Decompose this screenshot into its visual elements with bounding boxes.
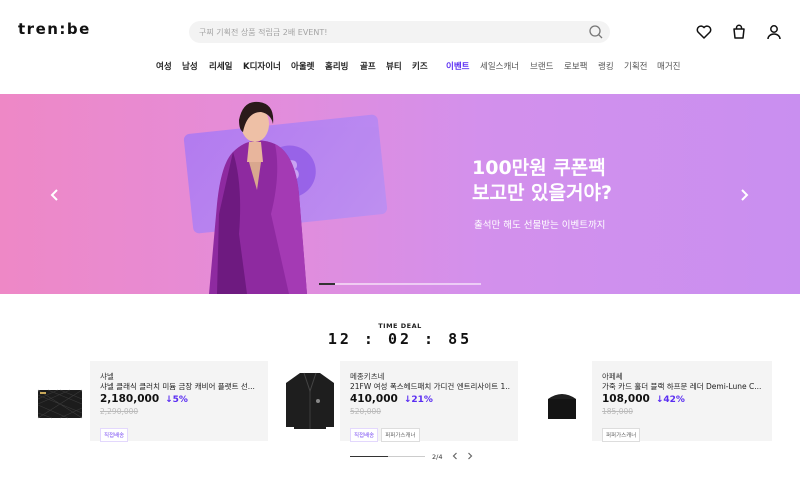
product-image-cardigan <box>286 372 334 429</box>
product-info: 아페쎄 가죽 카드 홀더 블랙 하프문 레더 Demi-Lune C... 10… <box>592 361 772 442</box>
tag-scanner: 퍼퍼가스캐너 <box>381 428 420 442</box>
main-nav: 여성 남성 리세일 K디자이너 아울렛 홈리빙 골프 뷰티 키즈 이벤트 세일스… <box>0 60 800 74</box>
nav-item-resale[interactable]: 리세일 <box>209 60 232 72</box>
model-image <box>209 101 307 294</box>
product-card[interactable]: 메종키츠네 21FW 여성 폭스헤드패치 가디건 엔트리사이트 1... 410… <box>280 361 518 442</box>
banner-next-button[interactable] <box>737 188 751 202</box>
product-tags: 직접배송 <box>100 422 131 442</box>
discount-rate: ↓42% <box>655 395 685 405</box>
hero-banner[interactable]: B 100만원 쿠폰팩 보고만 있을거야? 출석만 해도 선물받는 이벤트까지 <box>0 94 800 294</box>
nav-item-magazine[interactable]: 매거진 <box>657 60 680 72</box>
search-icon[interactable] <box>588 24 604 40</box>
heart-icon[interactable] <box>695 23 713 41</box>
user-icon[interactable] <box>765 23 783 41</box>
nav-item-women[interactable]: 여성 <box>156 60 172 72</box>
chevron-left-icon <box>452 452 457 460</box>
banner-progress-fill <box>319 283 336 285</box>
search-bar[interactable] <box>189 21 610 43</box>
product-image-clutch <box>37 389 83 419</box>
nav-item-sale-scanner[interactable]: 세일스캐너 <box>480 60 519 72</box>
banner-progress-bar <box>319 283 481 285</box>
product-card[interactable]: 아페쎄 가죽 카드 홀더 블랙 하프문 레더 Demi-Lune C... 10… <box>532 361 772 442</box>
nav-item-home-living[interactable]: 홈리빙 <box>325 60 348 72</box>
discount-rate: ↓5% <box>165 395 188 405</box>
tag-scanner: 퍼퍼가스캐너 <box>602 428 641 442</box>
logo[interactable]: tren:be <box>18 20 91 38</box>
nav-item-men[interactable]: 남성 <box>182 60 198 72</box>
deal-prev-button[interactable] <box>450 451 460 461</box>
chevron-left-icon <box>50 189 58 201</box>
nav-item-brand[interactable]: 브랜드 <box>530 60 553 72</box>
discount-rate: ↓21% <box>403 395 433 405</box>
product-info: 샤넬 샤넬 클래식 클러치 미듐 금장 캐비어 플랫트 선... 2,180,0… <box>90 361 268 442</box>
original-price: 2,290,000 <box>100 407 139 416</box>
deal-page-count: 2/4 <box>432 453 443 461</box>
product-name: 가죽 카드 홀더 블랙 하프문 레더 Demi-Lune C... <box>602 382 762 391</box>
product-tags: 퍼퍼가스캐너 <box>602 422 643 442</box>
bag-icon[interactable] <box>730 23 748 41</box>
nav-item-outlet[interactable]: 아울렛 <box>291 60 314 72</box>
time-deal-timer: 12 : 02 : 85 <box>327 330 473 348</box>
banner-prev-button[interactable] <box>48 188 62 202</box>
product-price: 410,000 ↓21% <box>350 393 433 405</box>
chevron-right-icon <box>468 452 473 460</box>
price-value: 108,000 <box>602 393 650 405</box>
search-input[interactable] <box>199 24 579 40</box>
deal-next-button[interactable] <box>465 451 475 461</box>
deal-progress-fill <box>350 456 388 457</box>
discount-value: 5% <box>172 395 188 405</box>
nav-item-exhibition[interactable]: 기획전 <box>624 60 647 72</box>
nav-item-event[interactable]: 이벤트 <box>446 60 469 72</box>
product-price: 108,000 ↓42% <box>602 393 685 405</box>
discount-value: 42% <box>663 395 685 405</box>
nav-item-golf[interactable]: 골프 <box>360 60 376 72</box>
product-name: 21FW 여성 폭스헤드패치 가디건 엔트리사이트 1... <box>350 382 510 391</box>
banner-title: 100만원 쿠폰팩 보고만 있을거야? <box>472 157 612 204</box>
price-value: 2,180,000 <box>100 393 160 405</box>
product-image-card-holder <box>548 394 576 419</box>
time-deal-label: TIME DEAL <box>378 322 422 330</box>
product-price: 2,180,000 ↓5% <box>100 393 188 405</box>
product-tags: 직접배송 퍼퍼가스캐너 <box>350 422 423 442</box>
tag-direct-delivery: 직접배송 <box>100 428 129 442</box>
nav-item-kids[interactable]: 키즈 <box>412 60 428 72</box>
nav-item-robopack[interactable]: 로보팩 <box>564 60 587 72</box>
original-price: 520,000 <box>350 407 382 416</box>
product-name: 샤넬 클래식 클러치 미듐 금장 캐비어 플랫트 선... <box>100 382 255 391</box>
nav-item-k-designer[interactable]: K디자이너 <box>243 60 281 72</box>
chevron-right-icon <box>741 189 749 201</box>
price-value: 410,000 <box>350 393 398 405</box>
header: tren:be 여성 남성 리세일 K디자이너 아울렛 홈리빙 골프 뷰티 키즈… <box>0 0 800 94</box>
banner-subtitle: 출석만 해도 선물받는 이벤트까지 <box>474 220 606 231</box>
discount-value: 21% <box>411 395 433 405</box>
deal-progress-bar <box>350 456 425 457</box>
nav-item-beauty[interactable]: 뷰티 <box>386 60 402 72</box>
tag-direct-delivery: 직접배송 <box>350 428 379 442</box>
product-info: 메종키츠네 21FW 여성 폭스헤드패치 가디건 엔트리사이트 1... 410… <box>340 361 518 442</box>
original-price: 185,000 <box>602 407 634 416</box>
nav-item-ranking[interactable]: 랭킹 <box>598 60 614 72</box>
product-card[interactable]: 샤넬 샤넬 클래식 클러치 미듐 금장 캐비어 플랫트 선... 2,180,0… <box>30 361 268 442</box>
